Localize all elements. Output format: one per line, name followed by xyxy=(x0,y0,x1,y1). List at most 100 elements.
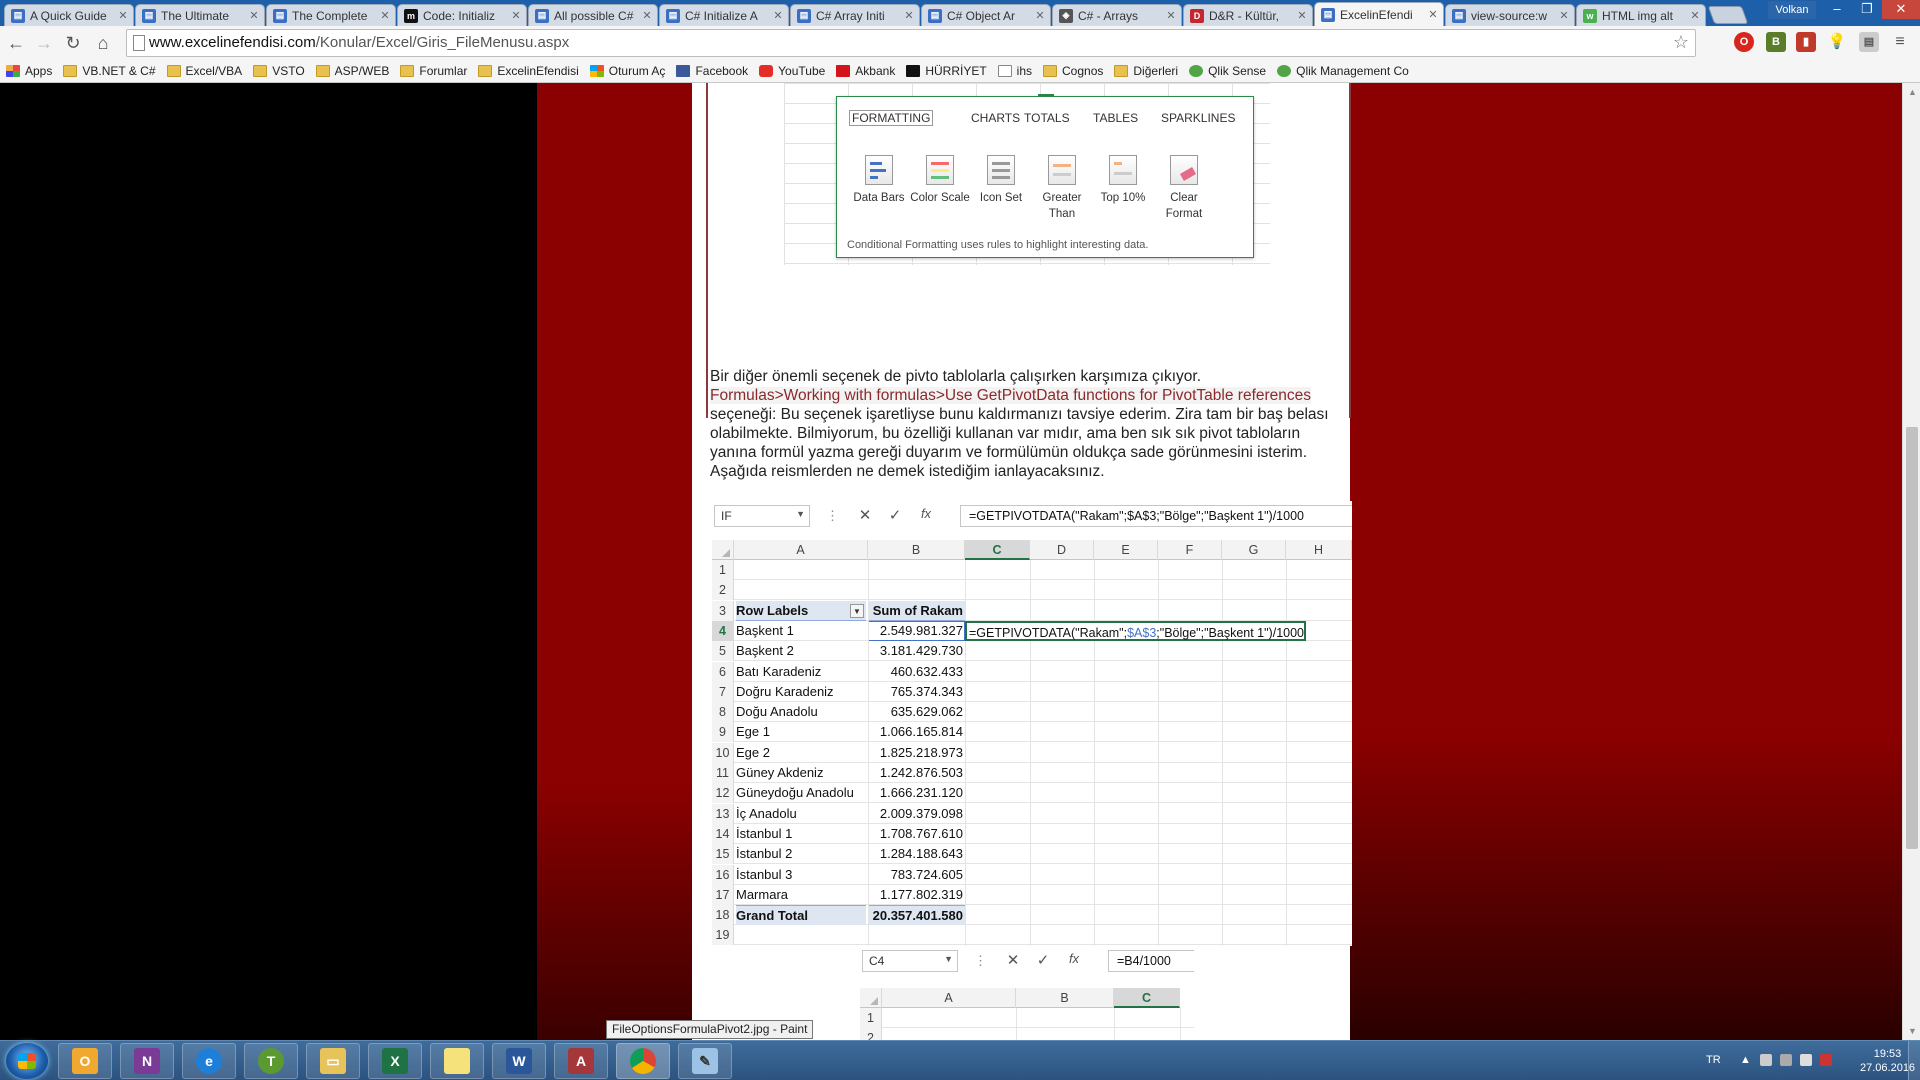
row-number[interactable]: 10 xyxy=(712,742,734,763)
tab-tables[interactable]: TABLES xyxy=(1093,111,1138,125)
extension-icon[interactable]: ▤ xyxy=(1859,32,1879,52)
browser-tab[interactable]: ▤ C# Initialize A ✕ xyxy=(659,4,789,26)
enter-icon[interactable]: ✓ xyxy=(1033,951,1053,969)
row-label-cell[interactable]: Başkent 1 xyxy=(736,621,866,641)
top-10-option[interactable]: Top 10% xyxy=(1093,155,1153,206)
show-hidden-icons[interactable]: ▲ xyxy=(1740,1054,1751,1066)
value-cell[interactable]: 1.708.767.610 xyxy=(868,824,965,844)
vertical-scrollbar[interactable]: ▲ ▼ xyxy=(1902,83,1920,1040)
value-cell[interactable]: 765.374.343 xyxy=(868,682,965,702)
bookmark-star-icon[interactable]: ☆ xyxy=(1673,32,1689,53)
language-indicator[interactable]: TR xyxy=(1706,1054,1721,1066)
network-icon[interactable] xyxy=(1800,1054,1812,1066)
row-number[interactable]: 7 xyxy=(712,681,734,702)
row-number[interactable]: 1 xyxy=(860,1008,882,1028)
bookmark-link[interactable]: ihs xyxy=(997,64,1032,78)
taskbar-app[interactable]: W xyxy=(492,1043,546,1079)
row-number[interactable]: 2 xyxy=(712,580,734,601)
column-header[interactable]: A xyxy=(734,540,868,560)
row-label-cell[interactable]: İç Anadolu xyxy=(736,804,866,824)
row-number[interactable]: 15 xyxy=(712,844,734,865)
column-header[interactable]: B xyxy=(868,540,965,560)
lightbulb-icon[interactable]: 💡 xyxy=(1827,32,1847,52)
column-header[interactable]: B xyxy=(1016,988,1114,1008)
value-cell[interactable]: 1.284.188.643 xyxy=(868,844,965,864)
close-tab-icon[interactable]: ✕ xyxy=(248,9,260,22)
taskbar-app[interactable]: T xyxy=(244,1043,298,1079)
cancel-icon[interactable]: ✕ xyxy=(1003,951,1023,969)
column-header[interactable]: E xyxy=(1094,540,1158,560)
column-header-selected[interactable]: C xyxy=(965,540,1030,560)
new-tab-button[interactable] xyxy=(1707,6,1749,24)
opera-icon[interactable]: O xyxy=(1734,32,1754,52)
taskbar-app[interactable]: N xyxy=(120,1043,174,1079)
row-label-cell[interactable]: Başkent 2 xyxy=(736,641,866,661)
row-label-cell[interactable]: Marmara xyxy=(736,885,866,905)
column-header[interactable]: D xyxy=(1030,540,1094,560)
icon-set-option[interactable]: Icon Set xyxy=(971,155,1031,206)
start-button[interactable] xyxy=(6,1043,48,1079)
row-number[interactable]: 19 xyxy=(712,925,734,946)
close-tab-icon[interactable]: ✕ xyxy=(1296,9,1308,22)
row-number[interactable]: 6 xyxy=(712,661,734,682)
clock[interactable]: 19:53 27.06.2016 xyxy=(1860,1047,1915,1075)
dropdown-icon[interactable]: ▼ xyxy=(796,509,805,519)
pivot-header-cell[interactable]: Row Labels ▼ xyxy=(736,600,866,621)
extension-icon[interactable]: ▮ xyxy=(1796,32,1816,52)
bookmark-folder[interactable]: Cognos xyxy=(1043,64,1103,78)
insert-function-icon[interactable]: fx xyxy=(1064,951,1084,966)
value-cell[interactable]: 1.066.165.814 xyxy=(868,722,965,742)
value-cell[interactable]: 1.177.802.319 xyxy=(868,885,965,905)
bookmark-folder[interactable]: VSTO xyxy=(253,64,305,78)
column-header-selected[interactable]: C xyxy=(1114,988,1180,1008)
column-header[interactable]: F xyxy=(1158,540,1222,560)
minimize-button[interactable]: – xyxy=(1822,0,1852,19)
row-number[interactable]: 3 xyxy=(712,600,734,621)
bookmark-link[interactable]: Qlik Sense xyxy=(1189,64,1266,78)
home-icon[interactable]: ⌂ xyxy=(90,30,116,56)
browser-tab[interactable]: ▤ A Quick Guide ✕ xyxy=(4,4,134,26)
browser-tab[interactable]: ▤ C# Array Initi ✕ xyxy=(790,4,920,26)
enter-icon[interactable]: ✓ xyxy=(885,506,905,524)
browser-tab[interactable]: ▤ The Ultimate ✕ xyxy=(135,4,265,26)
bookmark-folder[interactable]: ExcelinEfendisi xyxy=(478,64,579,78)
bookmark-folder[interactable]: Forumlar xyxy=(400,64,467,78)
select-all-corner[interactable] xyxy=(860,988,882,1008)
bookmark-link[interactable]: Akbank xyxy=(836,64,895,78)
close-window-button[interactable]: ✕ xyxy=(1882,0,1920,19)
reload-icon[interactable]: ↻ xyxy=(60,30,86,56)
value-cell[interactable]: 1.825.218.973 xyxy=(868,743,965,763)
grand-total-value[interactable]: 20.357.401.580 xyxy=(868,905,965,926)
value-cell[interactable]: 2.549.981.327 xyxy=(868,620,965,641)
row-number[interactable]: 17 xyxy=(712,884,734,905)
cancel-icon[interactable]: ✕ xyxy=(855,506,875,524)
row-number[interactable]: 9 xyxy=(712,722,734,743)
tray-app-icon[interactable] xyxy=(1780,1054,1792,1066)
row-number[interactable]: 11 xyxy=(712,763,734,783)
column-header[interactable]: G xyxy=(1222,540,1286,560)
volume-icon[interactable] xyxy=(1820,1054,1832,1066)
scroll-up-icon[interactable]: ▲ xyxy=(1908,87,1917,97)
row-number[interactable]: 14 xyxy=(712,823,734,844)
value-cell[interactable]: 635.629.062 xyxy=(868,702,965,722)
tab-sparklines[interactable]: SPARKLINES xyxy=(1161,111,1235,125)
row-label-cell[interactable]: Doğu Anadolu xyxy=(736,702,866,722)
row-label-cell[interactable]: İstanbul 1 xyxy=(736,824,866,844)
bookmark-folder[interactable]: ASP/WEB xyxy=(315,64,389,78)
taskbar-app[interactable]: ▭ xyxy=(306,1043,360,1079)
insert-function-icon[interactable]: fx xyxy=(916,506,936,521)
close-tab-icon[interactable]: ✕ xyxy=(510,9,522,22)
show-desktop-button[interactable] xyxy=(1908,1041,1920,1080)
taskbar-app[interactable]: O xyxy=(58,1043,112,1079)
row-number[interactable]: 12 xyxy=(712,783,734,804)
bookmark-folder[interactable]: VB.NET & C# xyxy=(63,64,156,78)
browser-tab[interactable]: w HTML img alt ✕ xyxy=(1576,4,1706,26)
taskbar-app[interactable] xyxy=(616,1043,670,1079)
value-cell[interactable]: 783.724.605 xyxy=(868,865,965,885)
value-cell[interactable]: 2.009.379.098 xyxy=(868,804,965,824)
data-bars-option[interactable]: Data Bars xyxy=(849,155,909,206)
menu-icon[interactable]: ≡ xyxy=(1890,32,1910,52)
value-cell[interactable]: 3.181.429.730 xyxy=(868,641,965,661)
close-tab-icon[interactable]: ✕ xyxy=(117,9,129,22)
clear-format-option[interactable]: Clear Format xyxy=(1154,155,1214,222)
